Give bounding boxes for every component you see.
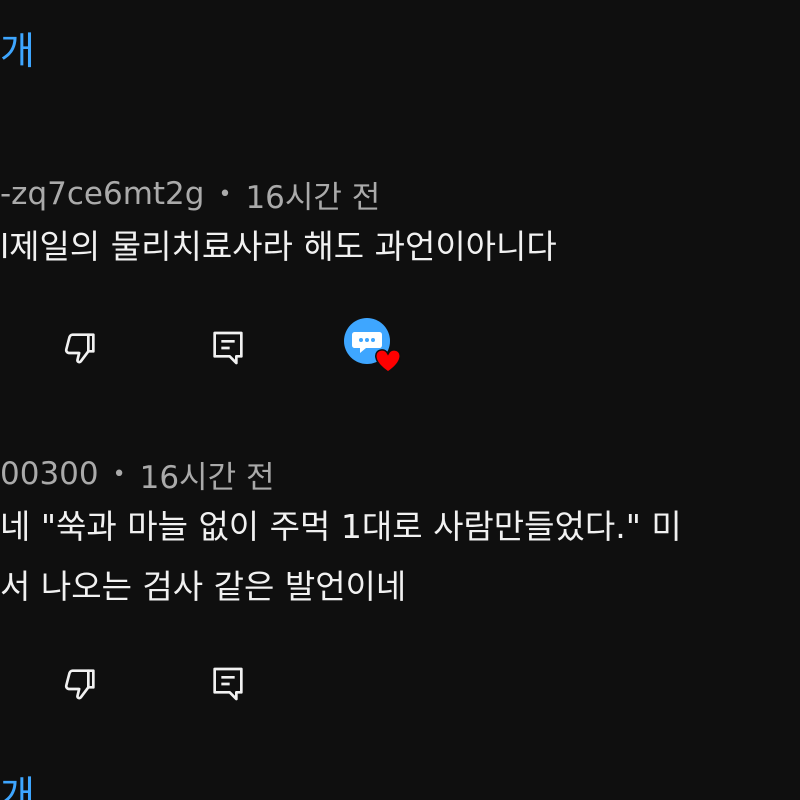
reply-button[interactable] [200, 656, 256, 712]
replies-toggle-link[interactable]: 개 [0, 28, 35, 74]
comment-reply-icon [213, 331, 243, 365]
comment-text-line: 서 나오는 검사 같은 발언이네 [0, 567, 407, 606]
creator-heart-icon [344, 318, 401, 373]
creator-heart-badge [340, 314, 404, 378]
comment-actions [0, 318, 800, 376]
replies-toggle-link[interactable]: 개 [0, 772, 35, 800]
meta-separator: • [218, 181, 232, 207]
reply-button[interactable] [200, 320, 256, 376]
comment-author[interactable]: 00300 [0, 456, 99, 492]
comment-actions [0, 656, 800, 712]
comment-text: l제일의 물리치료사라 해도 과언이아니다 [0, 227, 557, 266]
comment-meta: 00300 • 16시간 전 [0, 450, 274, 498]
dislike-button[interactable] [52, 656, 108, 712]
comment-author[interactable]: -zq7ce6mt2g [0, 176, 204, 212]
dislike-button[interactable] [52, 320, 108, 376]
comment-text-line: 네 "쑥과 마늘 없이 주먹 1대로 사람만들었다." 미 [0, 507, 682, 546]
comment-timestamp: 16시간 전 [245, 179, 381, 216]
comment-timestamp: 16시간 전 [139, 459, 275, 496]
meta-separator: • [112, 461, 126, 487]
comment-meta: -zq7ce6mt2g • 16시간 전 [0, 170, 380, 218]
thumbs-down-icon [64, 669, 95, 700]
comment-reply-icon [213, 667, 243, 701]
comments-screen: 개 -zq7ce6mt2g • 16시간 전 l제일의 물리치료사라 해도 과언… [0, 0, 800, 800]
thumbs-down-icon [64, 333, 95, 364]
